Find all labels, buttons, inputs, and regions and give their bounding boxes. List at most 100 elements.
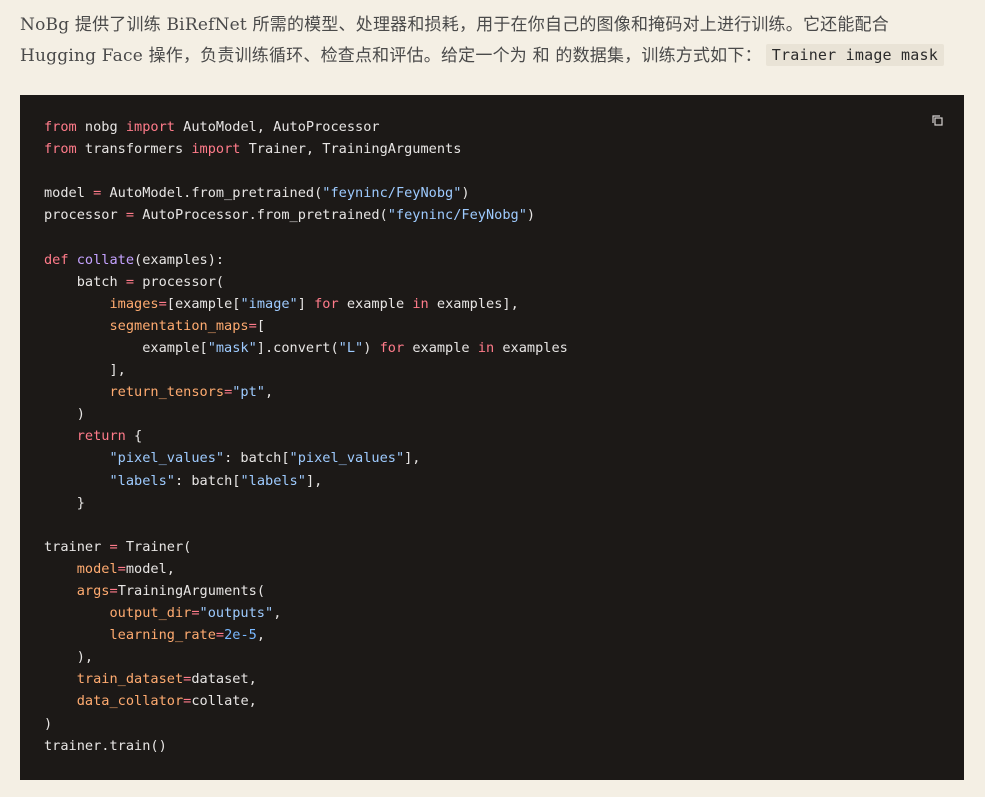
page: NoBg 提供了训练 BiRefNet 所需的模型、处理器和损耗，用于在你自己的… xyxy=(0,0,985,797)
code-token: examples xyxy=(494,339,568,356)
code-token: in xyxy=(477,339,495,356)
code-token: = xyxy=(109,582,118,599)
code-line: data_collator=collate, xyxy=(44,690,568,712)
code-token: learning_rate xyxy=(109,627,216,644)
code-token: "outputs" xyxy=(199,605,274,622)
code-token: AutoProcessor.from_pretrained( xyxy=(134,207,388,224)
code-line: ), xyxy=(44,646,568,668)
code-token: import xyxy=(191,141,241,158)
code-token: trainer.train() xyxy=(44,737,167,754)
code-token: example xyxy=(404,339,478,356)
intro-paragraph: NoBg 提供了训练 BiRefNet 所需的模型、处理器和损耗，用于在你自己的… xyxy=(20,10,965,72)
code-token: def xyxy=(44,251,69,268)
code-token: ) xyxy=(44,406,85,423)
code-token: args xyxy=(76,582,110,599)
code-line: ], xyxy=(44,359,568,381)
code-token: TrainingArguments( xyxy=(117,582,266,599)
code-token: from xyxy=(44,119,77,135)
code-content: from nobg import AutoModel, AutoProcesso… xyxy=(44,116,568,757)
intro-line-2: Hugging Face 操作，负责训练循环、检查点和评估。给定一个为 和 的数… xyxy=(20,41,965,72)
code-token: ) xyxy=(461,185,470,202)
code-line: trainer = Trainer( xyxy=(44,536,568,558)
code-token: collate, xyxy=(191,693,257,710)
code-token: , xyxy=(273,605,282,622)
code-token: = xyxy=(109,538,118,555)
code-token: 2e-5 xyxy=(224,627,257,644)
code-line: processor = AutoProcessor.from_pretraine… xyxy=(44,204,568,226)
code-token: processor( xyxy=(134,273,225,290)
code-token: collate xyxy=(76,251,135,268)
code-token: model xyxy=(76,560,118,577)
code-token: example xyxy=(338,295,413,312)
code-token: { xyxy=(125,428,143,445)
code-line: "labels": batch["labels"], xyxy=(44,470,568,492)
code-token: = xyxy=(248,317,257,334)
copy-icon xyxy=(932,115,943,126)
code-line: learning_rate=2e-5, xyxy=(44,624,568,646)
code-token: ] xyxy=(297,295,315,312)
code-block: from nobg import AutoModel, AutoProcesso… xyxy=(20,95,964,780)
code-token: examples], xyxy=(428,295,519,312)
code-token: : batch[ xyxy=(174,472,241,489)
code-token: = xyxy=(125,207,135,224)
intro-line-2-text: Hugging Face 操作，负责训练循环、检查点和评估。给定一个为 和 的数… xyxy=(20,46,762,66)
code-token: from xyxy=(44,141,77,158)
code-token: images xyxy=(109,295,159,312)
code-line: return { xyxy=(44,425,568,447)
code-line: example["mask"].convert("L") for example… xyxy=(44,337,568,359)
code-token: nobg xyxy=(76,119,126,135)
code-token: train_dataset xyxy=(76,671,184,688)
code-token: (examples): xyxy=(134,251,225,268)
code-line: ) xyxy=(44,403,568,425)
code-token: AutoModel, AutoProcessor xyxy=(174,119,380,135)
code-line: args=TrainingArguments( xyxy=(44,580,568,602)
code-line: train_dataset=dataset, xyxy=(44,668,568,690)
intro-line-1: NoBg 提供了训练 BiRefNet 所需的模型、处理器和损耗，用于在你自己的… xyxy=(20,15,889,35)
code-line: "pixel_values": batch["pixel_values"], xyxy=(44,447,568,469)
code-token: "image" xyxy=(240,295,298,312)
code-token: ], xyxy=(44,362,126,379)
code-token: ) xyxy=(526,207,536,224)
code-token: = xyxy=(117,560,126,577)
code-token: for xyxy=(379,339,405,356)
code-token: example[ xyxy=(44,339,208,356)
code-token: batch xyxy=(44,273,126,290)
code-token: } xyxy=(44,494,85,511)
code-token: "labels" xyxy=(240,472,306,489)
code-token: "L" xyxy=(338,339,364,356)
code-line: from nobg import AutoModel, AutoProcesso… xyxy=(44,116,568,138)
code-token: ) xyxy=(44,715,53,732)
code-line: segmentation_maps=[ xyxy=(44,315,568,337)
code-token: [ xyxy=(256,317,265,334)
code-token: import xyxy=(125,119,175,135)
code-token: model xyxy=(44,185,94,202)
code-line: model = AutoModel.from_pretrained("feyni… xyxy=(44,182,568,204)
code-token: "pt" xyxy=(232,384,265,401)
code-token: "pixel_values" xyxy=(289,450,405,467)
inline-code: Trainer image mask xyxy=(765,44,944,66)
code-token: , xyxy=(265,384,274,401)
copy-button[interactable] xyxy=(930,113,946,129)
code-token: processor xyxy=(44,207,126,224)
code-line: model=model, xyxy=(44,558,568,580)
code-token: Trainer, TrainingArguments xyxy=(240,141,462,158)
code-token: AutoModel.from_pretrained( xyxy=(101,185,323,202)
code-token: return_tensors xyxy=(109,384,225,401)
code-token: "pixel_values" xyxy=(109,450,225,467)
code-token: transformers xyxy=(76,141,192,158)
code-token: "mask" xyxy=(207,339,257,356)
